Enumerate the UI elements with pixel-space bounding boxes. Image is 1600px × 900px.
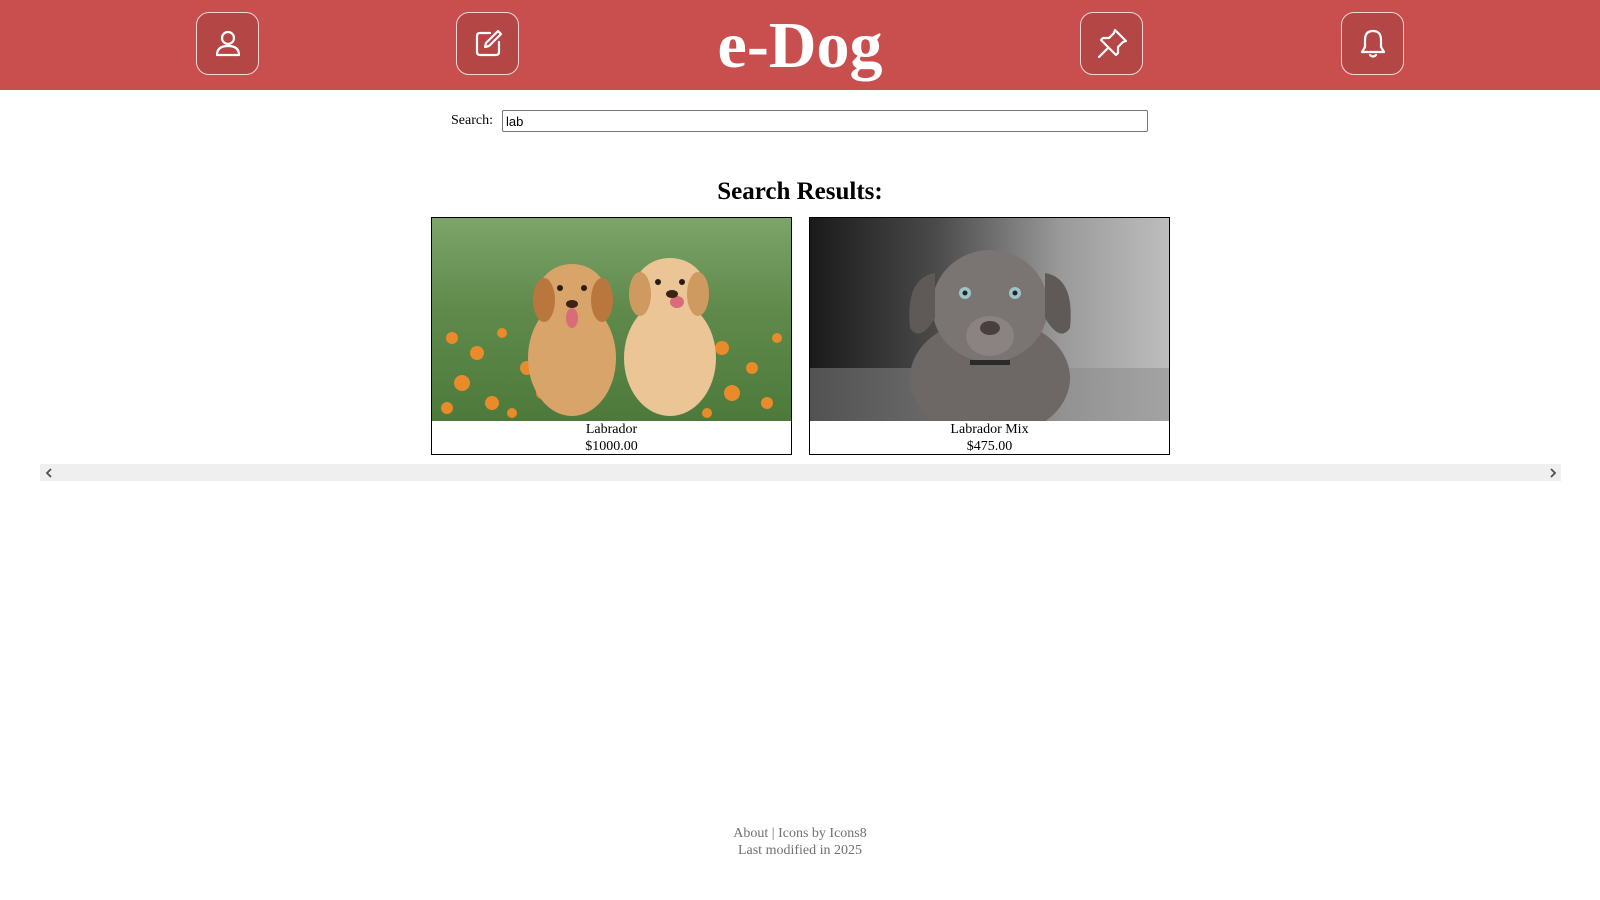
site-header: e-Dog [0,0,1600,90]
site-footer: About | Icons by Icons8 Last modified in… [0,825,1600,859]
scroll-right-button[interactable] [1544,464,1561,481]
profile-button[interactable] [196,12,259,75]
result-price: $475.00 [966,439,1013,454]
icons-credit-link[interactable]: Icons by Icons8 [778,826,867,841]
results-title: Search Results: [717,178,883,205]
about-link[interactable]: About [733,826,768,841]
create-post-button[interactable] [456,12,519,75]
dog-photo [810,218,1169,421]
dog-photo [432,218,791,421]
bell-icon [1360,29,1385,58]
edit-icon [475,29,502,56]
footer-separator: | [771,826,775,841]
result-name: Labrador Mix [950,422,1029,437]
notifications-button[interactable] [1341,12,1404,75]
search-label: Search: [451,113,493,128]
user-icon [215,30,240,56]
scroll-left-button[interactable] [40,464,57,481]
result-price: $1000.00 [585,439,638,454]
footer-links: About | Icons by Icons8 [0,825,1600,842]
horizontal-scrollbar[interactable] [40,464,1561,481]
search-input[interactable] [501,110,1148,132]
chevron-left-icon [45,467,52,478]
result-card-labrador[interactable]: Labrador $1000.00 [431,217,792,455]
chevron-right-icon [1549,467,1556,478]
last-modified: Last modified in 2025 [737,843,863,858]
result-card-labrador-mix[interactable]: Labrador Mix $475.00 [809,217,1170,455]
result-name: Labrador [585,422,638,437]
pin-icon [1097,28,1127,58]
pinned-button[interactable] [1080,12,1143,75]
search-bar: Search: [451,110,1148,132]
